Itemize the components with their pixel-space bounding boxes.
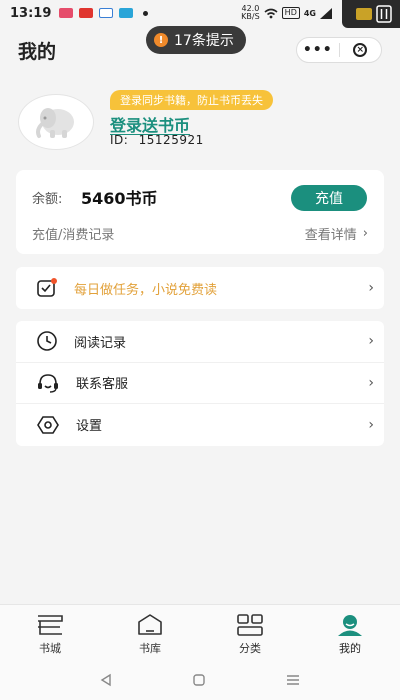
elephant-avatar-icon (36, 108, 74, 138)
daily-task-row[interactable]: 每日做任务，小说免费读 › (16, 267, 384, 309)
warning-icon: ! (154, 33, 168, 47)
status-time: 13:19 (10, 5, 52, 21)
network-speed: 42.0 KB/S (241, 5, 260, 21)
menu-item-customer-service[interactable]: 联系客服 › (16, 363, 384, 405)
app-notification-icon (79, 8, 94, 18)
signal-icon (320, 7, 332, 19)
menu-item-label: 阅读记录 (74, 335, 127, 351)
person-icon (338, 615, 362, 636)
profile-section: 登录同步书籍，防止书币丢失 登录送书币 ID: 15125921 (18, 88, 388, 160)
balance-label: 余额: (32, 192, 63, 207)
promo-badge: 登录同步书籍，防止书币丢失 (110, 90, 273, 110)
user-id: ID: 15125921 (110, 133, 204, 147)
transaction-records-link[interactable]: 充值/消费记录 (32, 224, 114, 243)
chevron-right-icon: › (368, 280, 374, 296)
notification-dot-icon (143, 10, 149, 16)
tab-bookstore[interactable]: 书城 (0, 605, 100, 660)
hd-badge: HD (281, 7, 300, 19)
page-header: 我的 ! 17条提示 ••• × (0, 26, 400, 74)
floating-overlay-widget[interactable] (342, 0, 400, 28)
bottom-tab-bar: 书城 书库 分类 我的 (0, 604, 400, 660)
recharge-button[interactable]: 充值 (291, 185, 367, 211)
library-icon (138, 614, 162, 635)
close-circle-icon: × (353, 43, 368, 57)
view-details-label: 查看详情 (304, 228, 357, 243)
chevron-right-icon: › (368, 416, 374, 433)
notification-toast[interactable]: ! 17条提示 (146, 26, 246, 54)
app-notification-icon (119, 8, 134, 18)
view-details-link[interactable]: 查看详情 › (305, 224, 368, 243)
wifi-icon (264, 8, 278, 18)
system-nav-bar (0, 660, 400, 700)
user-id-label: ID: (110, 133, 129, 147)
menu-item-label: 设置 (76, 419, 103, 435)
tab-label: 书城 (39, 642, 61, 655)
recents-menu-icon[interactable] (285, 673, 301, 687)
chevron-right-icon: › (368, 374, 374, 391)
toast-text: 17条提示 (174, 33, 234, 49)
tab-label: 分类 (239, 642, 261, 655)
avatar[interactable] (18, 94, 94, 150)
miniprogram-capsule: ••• × (296, 37, 382, 63)
status-bar: 13:19 42.0 KB/S HD 4G (0, 0, 400, 28)
balance-card: 余额: 5460书币 充值 充值/消费记录 查看详情 › (16, 170, 384, 254)
more-button[interactable]: ••• (297, 38, 339, 62)
more-dots-icon: ••• (302, 42, 333, 58)
chevron-right-icon: › (362, 226, 368, 241)
page-title: 我的 (18, 40, 57, 63)
chevron-right-icon: › (368, 333, 374, 350)
app-notification-icon (59, 8, 74, 18)
bookshelf-icon (38, 615, 63, 635)
menu-item-reading-history[interactable]: 阅读记录 › (16, 321, 384, 363)
tab-profile[interactable]: 我的 (300, 605, 400, 660)
daily-task-label: 每日做任务，小说免费读 (74, 282, 218, 298)
user-id-value: 15125921 (138, 133, 204, 147)
menu-item-settings[interactable]: 设置 › (16, 404, 384, 446)
balance-value: 5460书币 (81, 189, 158, 208)
clock-icon (37, 331, 57, 352)
signal-label: 4G (303, 8, 316, 18)
tab-label: 书库 (139, 642, 161, 655)
menu-item-label: 联系客服 (76, 377, 129, 393)
settings-hex-icon (37, 416, 59, 434)
tab-category[interactable]: 分类 (200, 605, 300, 660)
back-icon[interactable] (99, 673, 113, 687)
net-speed-unit: KB/S (241, 12, 260, 21)
sliders-icon (376, 5, 392, 23)
headset-icon (38, 374, 58, 393)
close-button[interactable]: × (340, 38, 382, 62)
menu-list: 阅读记录 › 联系客服 › 设置 › (16, 321, 384, 446)
app-notification-icon (99, 8, 114, 18)
tab-label: 我的 (339, 642, 361, 655)
mini-app-icon (356, 8, 372, 20)
home-icon[interactable] (192, 673, 206, 687)
tab-library[interactable]: 书库 (100, 605, 200, 660)
task-calendar-icon (37, 278, 57, 297)
category-grid-icon (237, 614, 263, 636)
